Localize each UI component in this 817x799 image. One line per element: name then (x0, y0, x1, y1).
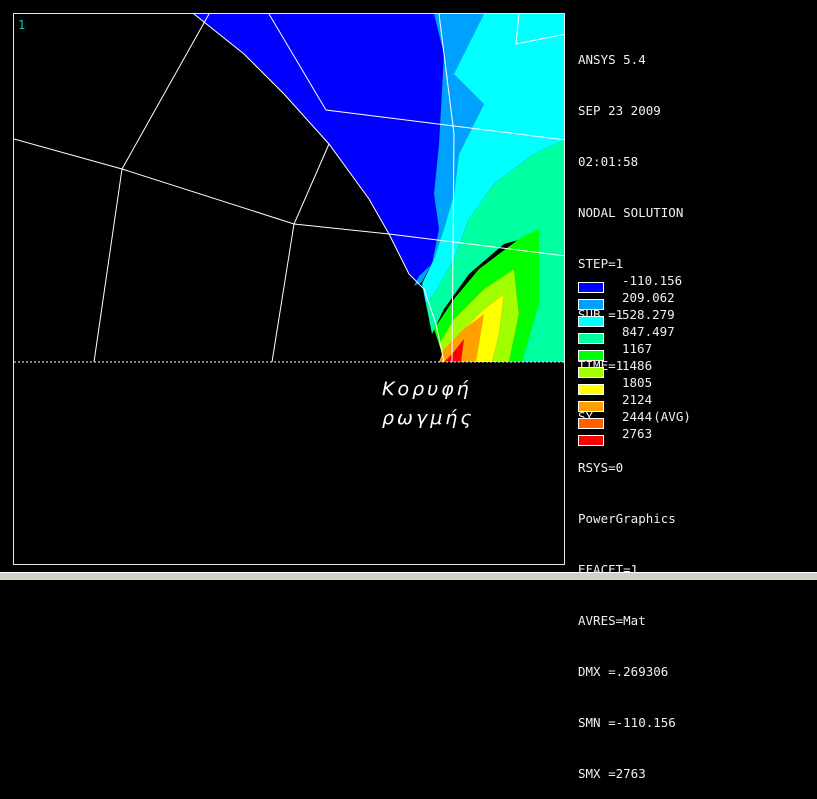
info-graphics: PowerGraphics (578, 511, 676, 526)
legend-color-swatch (578, 435, 604, 446)
mesh-line (93, 14, 210, 363)
info-dmx: DMX =.269306 (578, 664, 669, 679)
window-number: 1 (18, 18, 26, 32)
legend-color-swatch (578, 384, 604, 395)
graphics-viewport[interactable] (13, 13, 565, 565)
legend-color-swatch (578, 333, 604, 344)
annotation-line-1: Κορυφή (382, 378, 472, 400)
info-smn: SMN =-110.156 (578, 715, 676, 730)
info-rsys: RSYS=0 (578, 460, 624, 475)
legend-value: 1167 (622, 341, 653, 356)
contour-bands (194, 14, 564, 362)
mesh-line (271, 143, 330, 363)
info-smx: SMX =2763 (578, 766, 646, 781)
info-avres: AVRES=Mat (578, 613, 646, 628)
legend-value: 1805 (622, 375, 653, 390)
annotation-line-2: ρωγμής (382, 407, 475, 429)
legend-value: 2124 (622, 392, 653, 407)
legend-value: 2444 (622, 409, 653, 424)
stress-contour-plot (14, 14, 564, 363)
legend-value: 2763 (622, 426, 653, 441)
legend-value: 1486 (622, 358, 653, 373)
legend-color-swatch (578, 367, 604, 378)
legend-color-swatch (578, 299, 604, 310)
info-time: 02:01:58 (578, 154, 639, 169)
legend-value: -110.156 (622, 273, 683, 288)
legend-color-swatch (578, 350, 604, 361)
legend-color-swatch (578, 316, 604, 327)
crack-tip-annotation: Κορυφή ρωγμής (382, 375, 475, 433)
legend-value: 209.062 (622, 290, 675, 305)
info-date: SEP 23 2009 (578, 103, 661, 118)
legend-value: 528.279 (622, 307, 675, 322)
info-version: ANSYS 5.4 (578, 52, 646, 67)
info-step: STEP=1 (578, 256, 624, 271)
legend-color-swatch (578, 418, 604, 429)
legend-color-swatch (578, 401, 604, 412)
info-solution-type: NODAL SOLUTION (578, 205, 684, 220)
legend-color-swatch (578, 282, 604, 293)
legend-value: 847.497 (622, 324, 675, 339)
